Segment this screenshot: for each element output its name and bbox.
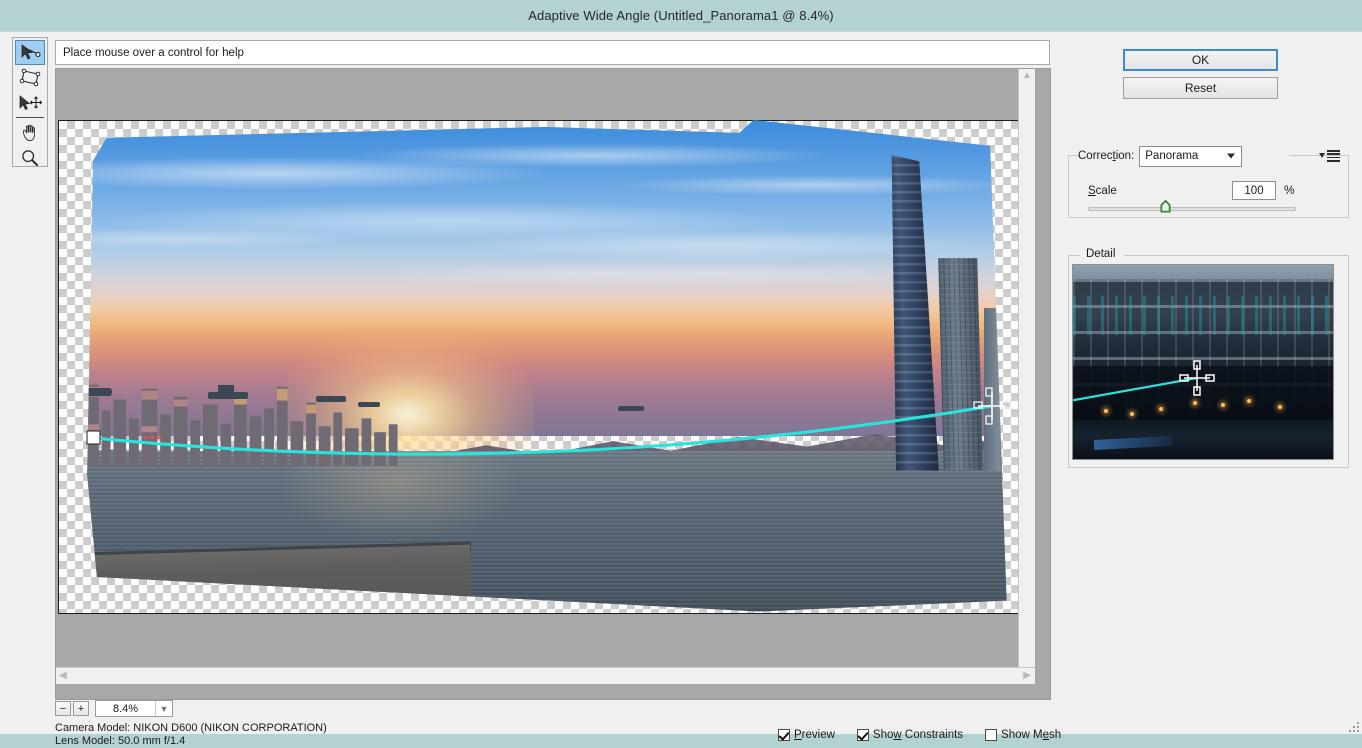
preview-canvas-frame[interactable]: ▲ ▼ ◀ ▶	[55, 68, 1051, 700]
correction-selected-value: Panorama	[1145, 150, 1199, 162]
canvas-horizontal-scrollbar[interactable]: ◀ ▶	[56, 667, 1035, 684]
tool-palette	[12, 37, 48, 167]
move-tool-icon	[19, 94, 43, 110]
chevron-down-icon	[1227, 153, 1236, 159]
resize-grip[interactable]	[1347, 720, 1359, 732]
detail-constraint-line	[1073, 376, 1198, 402]
scale-value-input[interactable]: 100	[1232, 181, 1276, 200]
hamburger-icon	[1327, 150, 1340, 162]
preview-canvas[interactable]: ▲ ▼ ◀ ▶	[56, 69, 1035, 684]
polygon-constraint-tool-icon	[19, 68, 41, 86]
zoom-in-button[interactable]: +	[73, 701, 89, 716]
reset-button[interactable]: Reset	[1123, 77, 1278, 99]
scale-slider-thumb[interactable]	[1160, 200, 1171, 213]
scroll-left-arrow[interactable]: ◀	[59, 671, 67, 681]
panorama-image	[87, 120, 1007, 612]
adaptive-wide-angle-dialog: Place mouse over a control for help ▲ ◀ …	[0, 31, 1362, 747]
harbour-boats	[87, 385, 644, 411]
correction-dropdown[interactable]: Panorama	[1139, 145, 1243, 167]
constraint-tool-icon	[21, 43, 41, 59]
hand-tool-button[interactable]	[14, 120, 46, 145]
preview-label: Preview	[794, 729, 835, 741]
lens-model-text: Lens Model: 50.0 mm f/1.4	[55, 735, 186, 747]
scroll-up-arrow[interactable]: ▲	[1019, 71, 1035, 81]
scale-label: Scale	[1088, 185, 1117, 197]
zoom-level-combobox[interactable]: 8.4% ▼	[95, 700, 173, 717]
panel-flyout-menu-button[interactable]	[1319, 150, 1340, 162]
camera-info: Camera Model: NIKON D600 (NIKON CORPORAT…	[55, 722, 327, 748]
checkbox-box[interactable]	[985, 729, 998, 741]
camera-model-text: Camera Model: NIKON D600 (NIKON CORPORAT…	[55, 722, 327, 734]
show-mesh-checkbox[interactable]: Show Mesh	[985, 729, 1061, 741]
detail-crosshair-cursor	[1179, 360, 1215, 396]
show-constraints-label: Show Constraints	[872, 729, 964, 741]
zoom-out-button[interactable]: −	[55, 701, 71, 716]
correction-row: Correction: Panorama	[1078, 145, 1340, 167]
scroll-right-arrow[interactable]: ▶	[1023, 671, 1031, 681]
scale-row: Scale	[1088, 182, 1338, 200]
move-constraint-tool-button[interactable]	[14, 90, 46, 115]
detail-preview[interactable]	[1072, 264, 1334, 460]
constraint-tool-button[interactable]	[15, 40, 45, 65]
correction-label: Correction:	[1078, 150, 1135, 162]
help-hint-bar: Place mouse over a control for help	[55, 40, 1050, 65]
zoom-level-value: 8.4%	[112, 702, 139, 715]
detail-label: Detail	[1083, 248, 1119, 260]
triangle-icon	[1319, 153, 1325, 159]
hand-icon	[22, 124, 35, 141]
zoom-controls: − + 8.4% ▼	[55, 700, 295, 717]
scale-value-text: 100	[1244, 184, 1264, 197]
ok-button[interactable]: OK	[1123, 49, 1278, 71]
toolbar-divider	[16, 117, 44, 118]
preview-checkbox[interactable]: Preview	[778, 729, 835, 741]
polygon-constraint-tool-button[interactable]	[14, 65, 46, 90]
zoom-tool-button[interactable]	[14, 145, 46, 170]
canvas-vertical-scrollbar[interactable]: ▲ ▼	[1018, 69, 1035, 684]
checkbox-box[interactable]	[856, 729, 869, 741]
help-hint-text: Place mouse over a control for help	[63, 46, 244, 59]
show-mesh-label: Show Mesh	[1001, 729, 1062, 741]
window-title: Adaptive Wide Angle (Untitled_Panorama1 …	[528, 8, 834, 23]
options-panel: OK Reset Correction: Panorama Scale 100 …	[1060, 37, 1356, 727]
scale-slider-track[interactable]	[1088, 207, 1296, 211]
window-titlebar: Adaptive Wide Angle (Untitled_Panorama1 …	[0, 0, 1362, 31]
display-options: Preview Show Constraints Show Mesh	[778, 729, 1061, 741]
detail-constraint-overlay	[1073, 360, 1215, 402]
scale-unit-label: %	[1284, 183, 1295, 197]
checkbox-box[interactable]	[778, 729, 790, 741]
magnifier-icon	[22, 149, 38, 166]
chevron-down-icon[interactable]: ▼	[155, 701, 172, 716]
show-constraints-checkbox[interactable]: Show Constraints	[856, 729, 964, 741]
